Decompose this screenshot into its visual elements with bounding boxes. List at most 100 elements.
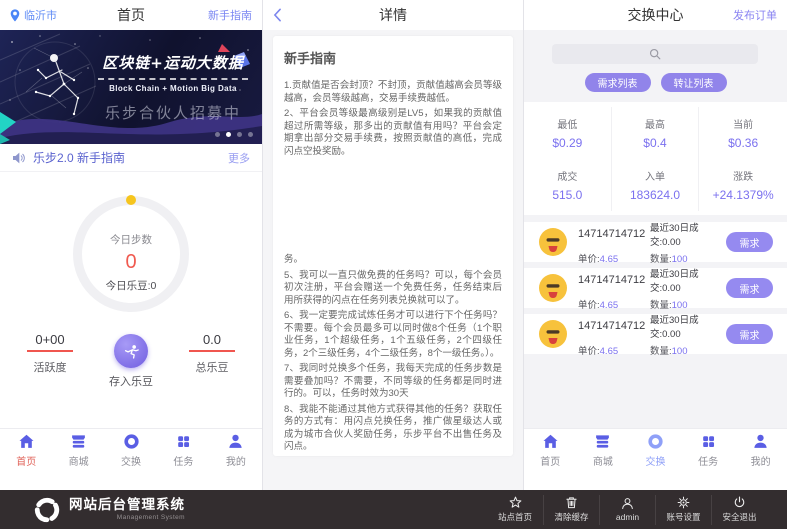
detail-header: 详情: [263, 0, 523, 30]
home-icon: [542, 433, 559, 450]
news-ticker[interactable]: 乐步2.0 新手指南 更多: [0, 144, 262, 172]
order-quantity: 数量:100: [650, 251, 726, 265]
admin-brand-text: 网站后台管理系统 Management System: [69, 498, 185, 521]
stat-label: 入单: [645, 168, 665, 183]
deposit-beans-label: 存入乐豆: [109, 373, 153, 389]
stat-label: 最低: [557, 116, 577, 131]
order-row[interactable]: 14714714712 最近30日成交:0.00 单价:4.65 数量:100 …: [524, 314, 787, 354]
carousel-dots[interactable]: [215, 132, 253, 137]
runner-icon: [122, 342, 141, 361]
tab-label: 交换: [121, 453, 141, 468]
power-icon: [733, 496, 746, 509]
tab-store[interactable]: 商城: [52, 429, 104, 471]
carousel-dot-active[interactable]: [226, 132, 231, 137]
activity-label: 活跃度: [34, 359, 67, 375]
back-chevron-icon: [273, 8, 282, 22]
newbie-guide-link[interactable]: 新手指南: [208, 0, 252, 30]
order-price: 单价:4.65: [578, 297, 648, 311]
ticker-more-link[interactable]: 更多: [228, 150, 250, 166]
tab-exchange[interactable]: 交换: [105, 429, 157, 471]
article-paragraph: 务。: [284, 254, 502, 267]
banner-dashed-divider: [98, 78, 248, 80]
tasks-grid-icon: [700, 433, 717, 450]
stat-highest: 最高 $0.4: [612, 107, 700, 159]
activity-value: 0+00: [35, 332, 64, 347]
tab-label: 我的: [226, 453, 246, 468]
site-home-item[interactable]: 站点首页: [487, 495, 543, 525]
publish-order-link[interactable]: 发布订单: [733, 0, 777, 30]
tab-store[interactable]: 商城: [577, 429, 630, 471]
tab-tasks[interactable]: 任务: [157, 429, 209, 471]
location-pin-icon: [10, 9, 20, 22]
total-beans-label: 总乐豆: [196, 359, 229, 375]
demand-action-button[interactable]: 需求: [726, 324, 773, 344]
order-phone: 14714714712: [578, 228, 648, 240]
tasks-grid-icon: [175, 433, 192, 450]
admin-logo-icon: [34, 497, 60, 523]
red-underline: [189, 350, 235, 352]
order-price: 单价:4.65: [578, 251, 648, 265]
exchange-ring-icon: [647, 433, 664, 450]
ticker-text[interactable]: 乐步2.0 新手指南: [33, 149, 125, 166]
home-header: 临沂市 首页 新手指南: [0, 0, 262, 30]
demand-action-button[interactable]: 需求: [726, 232, 773, 252]
order-row[interactable]: 14714714712 最近30日成交:0.00 单价:4.65 数量:100 …: [524, 222, 787, 262]
article-paragraph: 7、我同时兑换多个任务，我每天完成的任务步数是需要叠加吗？不需要，不同等级的任务…: [284, 363, 502, 401]
detail-title: 详情: [379, 5, 407, 25]
admin-footer-bar: 网站后台管理系统 Management System 站点首页 清除缓存 adm…: [0, 490, 787, 529]
home-screen-panel: 临沂市 首页 新手指南: [0, 0, 262, 490]
article-paragraph: 1.贡献值是否会封顶？不封顶，贡献值越高会员等级越高，会员等级越高，交易手续费越…: [284, 80, 502, 105]
account-settings-item[interactable]: 账号设置: [655, 495, 711, 525]
admin-account-item[interactable]: admin: [599, 495, 655, 525]
bottom-white-strip: [524, 470, 787, 490]
exchange-title: 交换中心: [628, 5, 684, 25]
avatar: [539, 274, 567, 302]
exchange-screen-panel: 交换中心 发布订单 需求列表 转让列表 最低 $0.29 最高: [524, 0, 787, 490]
ring-progress-dot: [126, 195, 136, 205]
home-icon: [18, 433, 35, 450]
tab-mine[interactable]: 我的: [734, 429, 787, 471]
stat-label: 成交: [557, 168, 577, 183]
order-row[interactable]: 14714714712 最近30日成交:0.00 单价:4.65 数量:100 …: [524, 268, 787, 308]
order-recent-volume: 最近30日成交:0.00: [650, 266, 726, 294]
deposit-beans-button[interactable]: [114, 334, 148, 368]
tab-home[interactable]: 首页: [0, 429, 52, 471]
carousel-dot[interactable]: [215, 132, 220, 137]
phone-panels: 临沂市 首页 新手指南: [0, 0, 787, 490]
total-beans-stat: 0.0 总乐豆: [170, 332, 254, 375]
carousel-dot[interactable]: [248, 132, 253, 137]
tab-label: 任务: [698, 453, 718, 468]
back-button[interactable]: [273, 0, 282, 30]
order-price: 单价:4.65: [578, 343, 648, 357]
stat-value: +24.1379%: [713, 188, 774, 202]
article-paragraph: 6、我一定要完成试炼任务才可以进行下个任务吗？不需要。每个会员最多可以同时做8个…: [284, 310, 502, 360]
tab-tasks[interactable]: 任务: [682, 429, 735, 471]
tab-home[interactable]: 首页: [524, 429, 577, 471]
steps-label: 今日步数: [110, 232, 152, 247]
gear-icon: [677, 496, 690, 509]
tab-label: 商城: [593, 453, 613, 468]
tab-label: 首页: [540, 453, 560, 468]
promo-banner-carousel[interactable]: 区块链+运动大数据 Block Chain + Motion Big Data …: [0, 30, 262, 144]
admin-footer-nav: 站点首页 清除缓存 admin 账号设置 安全退出: [487, 495, 767, 525]
safe-logout-item[interactable]: 安全退出: [711, 495, 767, 525]
deposit-beans-control: 存入乐豆: [89, 334, 173, 389]
tab-exchange[interactable]: 交换: [629, 429, 682, 471]
demand-list-button[interactable]: 需求列表: [585, 73, 651, 92]
tab-label: 任务: [173, 453, 193, 468]
tab-mine[interactable]: 我的: [210, 429, 262, 471]
demand-action-button[interactable]: 需求: [726, 278, 773, 298]
clear-cache-item[interactable]: 清除缓存: [543, 495, 599, 525]
stat-volume: 成交 515.0: [524, 159, 612, 211]
activity-stat: 0+00 活跃度: [8, 332, 92, 375]
order-phone: 14714714712: [578, 320, 648, 332]
banner-subtitle: 乐步合伙人招募中: [88, 102, 258, 123]
search-input[interactable]: [552, 44, 758, 64]
location-selector[interactable]: 临沂市: [10, 0, 57, 30]
admin-brand-subtitle: Management System: [69, 514, 185, 521]
avatar: [539, 228, 567, 256]
carousel-dot[interactable]: [237, 132, 242, 137]
home-bottom-stats: 0+00 活跃度 存入乐豆 0.0 总乐豆: [0, 332, 262, 392]
article-paragraph: 5、我可以一直只做免费的任务吗？可以，每个会员初次注册，平台会赠送一个免费任务，…: [284, 270, 502, 308]
transfer-list-button[interactable]: 转让列表: [661, 73, 727, 92]
